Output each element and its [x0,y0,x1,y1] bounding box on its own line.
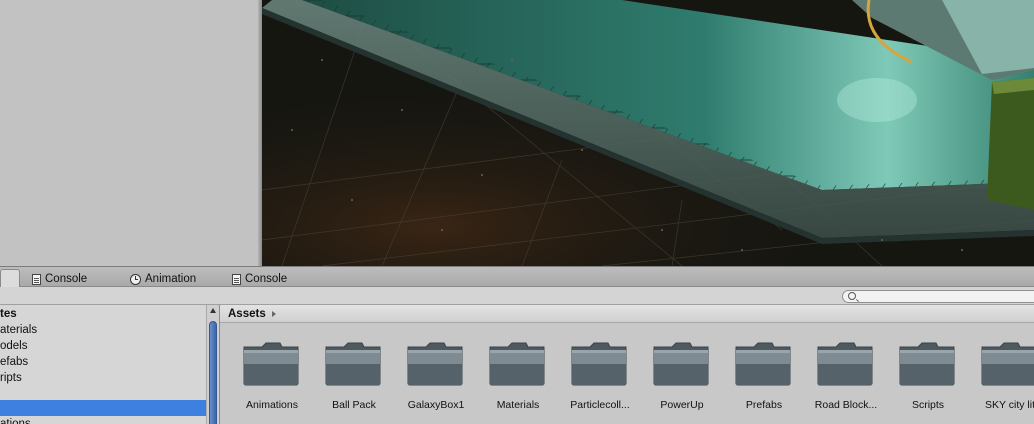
tree-item-models[interactable]: odels [0,338,28,354]
tab-animation[interactable]: Animation [130,270,196,288]
scene-render[interactable] [262,0,1034,266]
unity-editor-window: Console Animation Console tes aterials o… [0,0,1034,424]
tree-item-assets-selected[interactable] [0,400,206,416]
breadcrumb-assets[interactable]: Assets [228,308,266,320]
tab-project[interactable] [0,269,20,288]
tab-animation-label: Animation [145,273,197,285]
tree-item-label: tes [0,308,17,320]
scene-view[interactable] [262,0,1034,266]
asset-folder[interactable]: Materials [466,341,545,421]
folder-icon [325,342,381,386]
tree-item-materials[interactable]: aterials [0,322,37,338]
console-icon [32,273,41,285]
folder-icon [981,342,1034,386]
asset-folder[interactable]: GalaxyBox1 [384,341,464,421]
console-icon [232,273,241,285]
asset-folder[interactable]: Prefabs [712,341,791,421]
asset-folder[interactable]: Particlecoll... [548,341,630,421]
assets-panel: Assets Animations Ball Pack GalaxyBox1 Mate… [219,305,1034,424]
breadcrumb-arrow-icon [271,310,276,317]
tree-item-label: efabs [0,356,29,368]
folder-icon [243,342,299,386]
project-tree: tes aterials odels efabs ripts ations [0,305,206,424]
tab-console-2-label: Console [245,273,288,285]
tree-item-prefabs[interactable]: efabs [0,354,28,370]
tab-console[interactable]: Console [32,270,87,288]
tree-item-favorites[interactable]: tes [0,306,17,322]
tree-item-label: aterials [0,324,38,336]
folder-icon [653,342,709,386]
tree-item-label: ations [0,418,31,424]
inspector-panel [0,0,258,266]
tree-item-scripts[interactable]: ripts [0,370,22,386]
asset-folder[interactable]: SKY city lit [958,341,1034,421]
folder-icon [899,342,955,386]
asset-folder[interactable]: Road Block... [794,341,877,421]
tree-item-label: ripts [0,372,22,384]
asset-folder[interactable]: Ball Pack [302,341,381,421]
asset-folder[interactable]: PowerUp [630,341,709,421]
asset-folder[interactable]: Animations [220,341,299,421]
tree-item-label: odels [0,340,28,352]
folder-icon [735,342,791,386]
breadcrumb: Assets [220,305,1034,323]
tab-console-label: Console [45,273,88,285]
bottom-tab-bar: Console Animation Console [0,266,1034,288]
tree-scrollbar[interactable] [206,305,219,424]
tree-item-animations[interactable]: ations [0,416,31,424]
folder-icon [817,342,873,386]
tab-console-2[interactable]: Console [232,270,287,288]
project-toolbar [0,287,1034,305]
asset-folder-label: SKY city lit [985,399,1034,411]
search-icon [848,292,856,300]
animation-clock-icon [130,273,141,285]
search-input[interactable] [842,290,1034,303]
folder-icon [571,342,627,386]
scroll-up-arrow-icon[interactable] [210,308,216,313]
scrollbar-thumb[interactable] [209,321,217,424]
folder-icon [407,342,463,386]
folder-icon [489,342,545,386]
asset-folder[interactable]: Scripts [876,341,955,421]
